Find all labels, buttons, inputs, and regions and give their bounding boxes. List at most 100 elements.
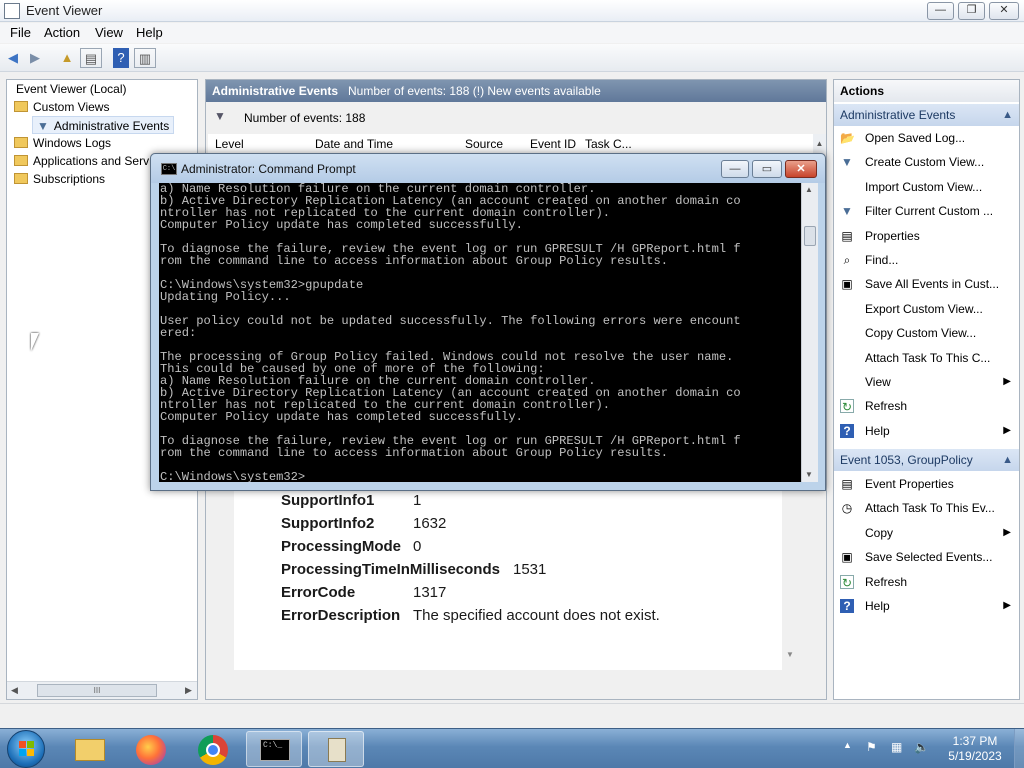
- column-date-time[interactable]: Date and Time: [315, 137, 393, 151]
- action-item-a-5[interactable]: ⌕ Find...: [834, 249, 1019, 271]
- cmd-maximize-button[interactable]: ▭: [752, 160, 782, 178]
- console-line: Updating Policy...: [160, 290, 291, 304]
- action-item-b-2[interactable]: Copy ▶: [834, 522, 1019, 544]
- clock-date: 5/19/2023: [948, 749, 1002, 763]
- column-event-id[interactable]: Event ID: [530, 137, 576, 151]
- taskbar-explorer[interactable]: [61, 731, 117, 767]
- cmd-minimize-button[interactable]: —: [721, 160, 749, 178]
- action-label: Help: [865, 423, 890, 438]
- cmd-icon: C:\: [161, 163, 177, 175]
- tree-item-label: Applications and Serv: [33, 154, 150, 168]
- action-item-a-7[interactable]: Export Custom View...: [834, 298, 1019, 320]
- action-label: Copy: [865, 525, 894, 540]
- action-center-flag-icon[interactable]: ⚑: [866, 740, 880, 756]
- column-source[interactable]: Source: [465, 137, 503, 151]
- windows-logo-icon: [19, 749, 26, 756]
- command-prompt-window[interactable]: C:\ Administrator: Command Prompt — ▭ ✕ …: [150, 153, 826, 491]
- submenu-arrow-icon: ▶: [1003, 376, 1011, 387]
- console-output[interactable]: a) Name Resolution failure on the curren…: [159, 183, 801, 482]
- table-scroll-up-icon[interactable]: ▲: [813, 134, 826, 154]
- action-item-b-3[interactable]: ▣ Save Selected Events...: [834, 546, 1019, 568]
- tree-item-subscriptions[interactable]: Subscriptions: [14, 170, 105, 188]
- action-item-b-4[interactable]: ↻ Refresh: [834, 571, 1019, 593]
- prop-value: 1531: [513, 561, 547, 578]
- cmd-close-button[interactable]: ✕: [785, 160, 817, 178]
- console-line: rom the command line to access informati…: [160, 254, 669, 268]
- tree-root[interactable]: Event Viewer (Local): [16, 80, 127, 98]
- taskbar-event-viewer[interactable]: [308, 731, 364, 767]
- section-administrative-events[interactable]: Administrative Events ▲: [834, 104, 1019, 126]
- chrome-center-icon: [206, 743, 220, 757]
- action-item-b-1[interactable]: ◷ Attach Task To This Ev...: [834, 497, 1019, 519]
- forward-icon[interactable]: ▶: [24, 48, 46, 68]
- menu-file[interactable]: File: [10, 25, 31, 40]
- action-item-a-3[interactable]: ▼ Filter Current Custom ...: [834, 200, 1019, 222]
- column-task-category[interactable]: Task C...: [585, 137, 632, 151]
- action-item-a-1[interactable]: ▼ Create Custom View...: [834, 151, 1019, 173]
- show-hidden-icons-button[interactable]: ▲: [843, 740, 852, 750]
- menu-view[interactable]: View: [95, 25, 123, 40]
- close-button[interactable]: ✕: [989, 2, 1019, 20]
- tree-item-custom-views[interactable]: Custom Views: [14, 98, 109, 116]
- maximize-button[interactable]: ❐: [958, 2, 985, 20]
- cmd-title-bar[interactable]: C:\ Administrator: Command Prompt — ▭ ✕: [151, 154, 825, 183]
- taskbar-command-prompt[interactable]: C:\_: [246, 731, 302, 767]
- action-item-a-0[interactable]: 📂 Open Saved Log...: [834, 127, 1019, 149]
- help-icon[interactable]: ?: [113, 48, 129, 68]
- collapse-icon[interactable]: ▲: [1002, 449, 1013, 471]
- system-clock[interactable]: 1:37 PM 5/19/2023: [940, 734, 1010, 764]
- section-event-1053[interactable]: Event 1053, GroupPolicy ▲: [834, 449, 1019, 471]
- action-item-b-5[interactable]: ? Help ▶: [834, 595, 1019, 617]
- action-item-a-12[interactable]: ? Help ▶: [834, 420, 1019, 442]
- scroll-thumb[interactable]: [804, 226, 816, 246]
- cmd-vertical-scrollbar[interactable]: ▲ ▼: [801, 183, 818, 482]
- action-item-a-6[interactable]: ▣ Save All Events in Cust...: [834, 273, 1019, 295]
- action-item-a-2[interactable]: Import Custom View...: [834, 176, 1019, 198]
- show-desktop-button[interactable]: [1014, 729, 1024, 768]
- tree-horizontal-scrollbar[interactable]: ◀ III ▶: [7, 681, 197, 699]
- blank-icon: [840, 526, 854, 540]
- submenu-arrow-icon: ▶: [1003, 526, 1011, 538]
- menu-action[interactable]: Action: [44, 25, 80, 40]
- tree-item-label: Administrative Events: [53, 119, 170, 133]
- taskbar-chrome[interactable]: [185, 731, 241, 767]
- filter-icon: ▼: [841, 204, 853, 219]
- action-item-a-8[interactable]: Copy Custom View...: [834, 322, 1019, 344]
- scroll-down-icon[interactable]: ▼: [786, 650, 794, 659]
- show-hide-tree-icon[interactable]: ▤: [80, 48, 102, 68]
- tree-item-applications-services[interactable]: Applications and Serv: [14, 152, 149, 170]
- action-label: Copy Custom View...: [865, 326, 977, 341]
- action-item-b-0[interactable]: ▤ Event Properties: [834, 473, 1019, 495]
- tree-item-label: Windows Logs: [33, 136, 112, 150]
- event-count-info: Number of events: 188 (!) New events ava…: [348, 84, 601, 98]
- scroll-up-icon[interactable]: ▲: [805, 185, 813, 194]
- action-label: Save Selected Events...: [865, 550, 993, 565]
- menu-help[interactable]: Help: [136, 25, 163, 40]
- scroll-right-icon[interactable]: ▶: [185, 685, 192, 696]
- action-item-a-10[interactable]: View ▶: [834, 371, 1019, 393]
- action-item-a-11[interactable]: ↻ Refresh: [834, 395, 1019, 417]
- action-label: Attach Task To This Ev...: [865, 501, 995, 516]
- tree-item-windows-logs[interactable]: Windows Logs: [14, 134, 111, 152]
- show-hide-action-pane-icon[interactable]: ▥: [134, 48, 156, 68]
- task-icon: ◷: [841, 501, 853, 516]
- collapse-icon[interactable]: ▲: [1002, 104, 1013, 126]
- tree-item-administrative-events[interactable]: ▼ Administrative Events: [32, 116, 175, 134]
- taskbar-firefox[interactable]: [123, 731, 179, 767]
- menu-bar: File Action View Help: [0, 23, 1024, 43]
- windows-logo-icon: [27, 749, 34, 756]
- scroll-thumb[interactable]: III: [37, 684, 157, 697]
- start-button[interactable]: [7, 730, 45, 768]
- scroll-down-icon[interactable]: ▼: [805, 470, 813, 479]
- back-icon[interactable]: ◀: [2, 48, 24, 68]
- minimize-button[interactable]: —: [927, 2, 954, 20]
- action-item-a-9[interactable]: Attach Task To This C...: [834, 347, 1019, 369]
- scroll-left-icon[interactable]: ◀: [11, 685, 18, 696]
- action-item-a-4[interactable]: ▤ Properties: [834, 225, 1019, 247]
- explorer-folder-icon: [75, 739, 105, 761]
- column-level[interactable]: Level: [215, 137, 244, 151]
- action-label: Export Custom View...: [865, 301, 983, 316]
- volume-muted-icon[interactable]: 🔈: [914, 740, 930, 756]
- up-folder-icon[interactable]: ▲: [56, 48, 78, 68]
- network-icon[interactable]: ▦: [891, 740, 907, 756]
